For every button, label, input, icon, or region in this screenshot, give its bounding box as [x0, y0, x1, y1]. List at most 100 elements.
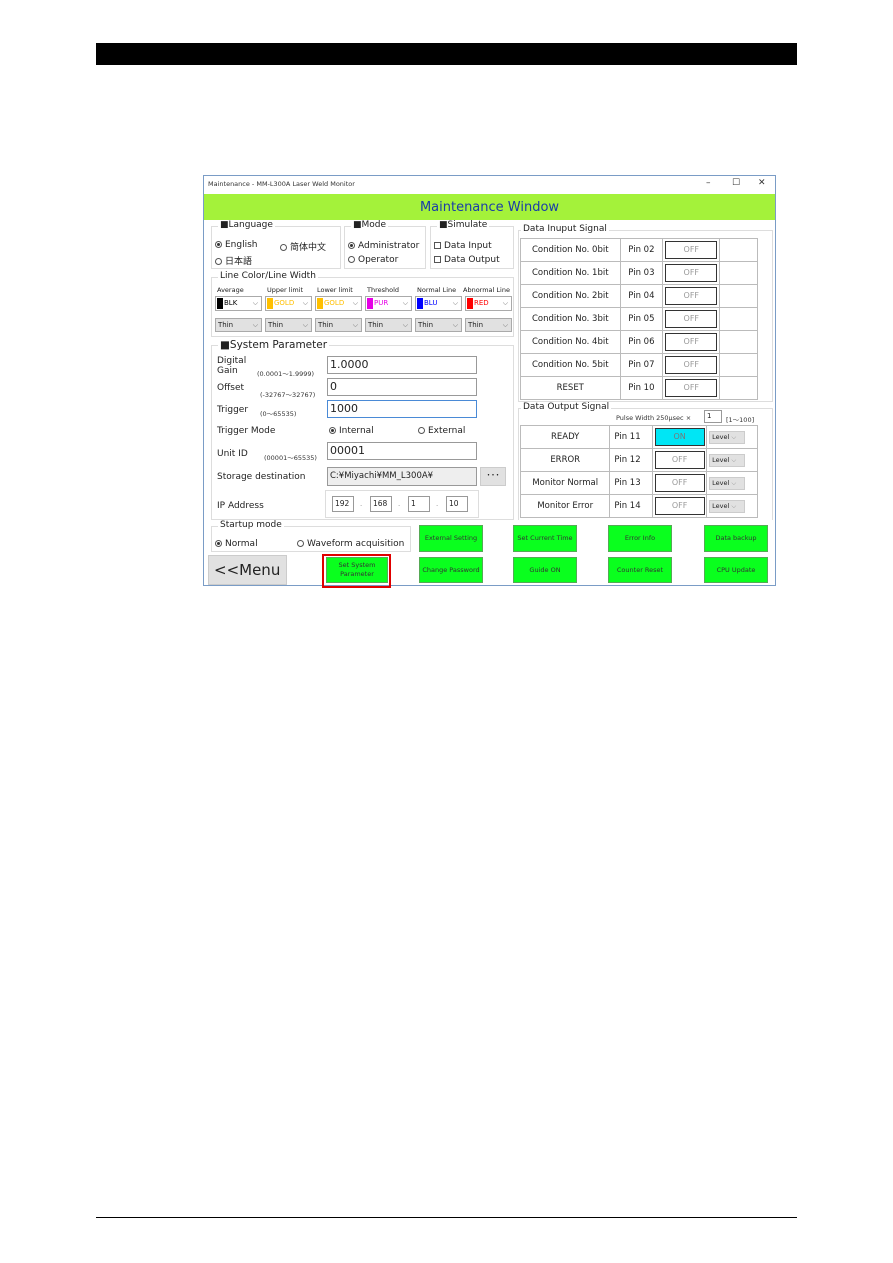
menu-button[interactable]: <<Menu [208, 555, 287, 585]
width-select[interactable]: Thin ⌵ [365, 318, 412, 332]
chevron-down-icon: ⌵ [302, 299, 308, 307]
checkbox-data-input[interactable]: Data Input [434, 241, 492, 251]
signal-name: Condition No. 2bit [520, 284, 621, 308]
guide-on-button[interactable]: Guide ON [513, 557, 577, 583]
width-select[interactable]: Thin ⌵ [415, 318, 462, 332]
empty-cell [719, 284, 758, 308]
ip-octet-input[interactable]: 10 [446, 496, 468, 512]
level-select[interactable]: Level ⌵ [709, 499, 746, 513]
signal-state-button[interactable]: OFF [654, 474, 705, 492]
radio-operator[interactable]: Operator [348, 255, 398, 265]
radio-english[interactable]: English [215, 240, 258, 250]
signal-pin: Pin 13 [609, 471, 654, 495]
radio-icon [348, 242, 355, 249]
system-parameter-title: ■System Parameter [218, 339, 330, 351]
signal-state-button[interactable]: OFF [665, 287, 718, 305]
signal-state-button[interactable]: ON [654, 428, 705, 446]
signal-name: READY [519, 425, 611, 449]
maximize-button[interactable]: ☐ [732, 178, 740, 188]
radio-icon [215, 258, 222, 265]
chevron-down-icon: ⌵ [252, 321, 258, 329]
input-signal-row: Condition No. 1bit Pin 03 OFF [520, 261, 758, 285]
color-select[interactable]: GOLD ⌵ [315, 296, 362, 311]
radio-waveform[interactable]: Waveform acquisition [297, 539, 404, 549]
radio-chinese[interactable]: 简体中文 [280, 240, 326, 253]
counter-reset-button[interactable]: Counter Reset [608, 557, 672, 583]
ip-octet-input[interactable]: 192 [332, 496, 354, 512]
signal-name: Condition No. 4bit [520, 330, 621, 354]
checkbox-data-output[interactable]: Data Output [434, 255, 500, 265]
signal-state-button[interactable]: OFF [665, 333, 718, 351]
cpu-update-button[interactable]: CPU Update [704, 557, 768, 583]
input-signal-table: Condition No. 0bit Pin 02 OFF Condition No.… [520, 238, 758, 400]
signal-state-button[interactable]: OFF [665, 264, 718, 282]
color-swatch [467, 298, 473, 309]
color-select[interactable]: GOLD ⌵ [265, 296, 312, 311]
signal-state-button[interactable]: OFF [654, 497, 705, 515]
ip-octet-input[interactable]: 168 [370, 496, 392, 512]
signal-name: Monitor Error [519, 494, 611, 518]
radio-normal[interactable]: Normal [215, 539, 258, 549]
color-value: GOLD [274, 299, 295, 307]
color-select[interactable]: BLK ⌵ [215, 296, 262, 311]
color-select[interactable]: BLU ⌵ [415, 296, 462, 311]
chevron-down-icon: ⌵ [502, 299, 508, 307]
color-select[interactable]: PUR ⌵ [365, 296, 412, 311]
label: Data Output [444, 255, 500, 265]
width-select[interactable]: Thin ⌵ [465, 318, 512, 332]
set-system-parameter-button[interactable]: Set System Parameter [326, 557, 388, 583]
unit-id-input[interactable]: 00001 [327, 442, 477, 460]
minimize-button[interactable]: – [706, 178, 711, 188]
browse-button[interactable]: ･･･ [480, 467, 506, 486]
color-swatch [317, 298, 323, 309]
radio-external[interactable]: External [418, 426, 465, 436]
chevron-down-icon: ⌵ [352, 299, 358, 307]
line-label: Threshold [367, 286, 400, 294]
radio-japanese[interactable]: 日本語 [215, 254, 252, 267]
pulse-width-input[interactable]: 1 [704, 410, 722, 423]
set-current-time-button[interactable]: Set Current Time [513, 525, 577, 552]
chevron-down-icon: ⌵ [402, 299, 408, 307]
width-select[interactable]: Thin ⌵ [315, 318, 362, 332]
input-signal-row: Condition No. 3bit Pin 05 OFF [520, 307, 758, 331]
width-select[interactable]: Thin ⌵ [215, 318, 262, 332]
color-select[interactable]: RED ⌵ [465, 296, 512, 311]
change-password-button[interactable]: Change Password [419, 557, 483, 583]
signal-state-button[interactable]: OFF [665, 310, 718, 328]
signal-state-button[interactable]: OFF [665, 356, 718, 374]
signal-pin: Pin 02 [619, 238, 664, 262]
signal-name: Condition No. 0bit [520, 238, 621, 262]
width-select[interactable]: Thin ⌵ [265, 318, 312, 332]
radio-administrator[interactable]: Administrator [348, 241, 419, 251]
close-button[interactable]: ✕ [758, 178, 766, 188]
digital-gain-input[interactable]: 1.0000 [327, 356, 477, 374]
error-info-button[interactable]: Error Info [608, 525, 672, 552]
chevron-down-icon: ⌵ [252, 299, 258, 307]
page-header-bar [96, 43, 797, 65]
language-group: ■Language English 简体中文 日本語 [211, 220, 341, 269]
signal-state-button[interactable]: OFF [665, 379, 718, 397]
ip-octet-input[interactable]: 1 [408, 496, 430, 512]
data-backup-button[interactable]: Data backup [704, 525, 768, 552]
signal-state-button[interactable]: OFF [665, 241, 718, 259]
trigger-input[interactable]: 1000 [327, 400, 477, 418]
signal-pin: Pin 07 [619, 353, 664, 377]
offset-input[interactable]: 0 [327, 378, 477, 396]
signal-state-button[interactable]: OFF [654, 451, 705, 469]
storage-input[interactable]: C:¥Miyachi¥MM_L300A¥ [327, 467, 477, 486]
empty-cell [719, 238, 758, 262]
chevron-down-icon: ⌵ [731, 455, 737, 464]
signal-pin: Pin 11 [609, 425, 654, 449]
checkbox-icon [434, 242, 441, 249]
trigger-label: Trigger [217, 405, 249, 415]
radio-icon [280, 244, 287, 251]
input-signal-row: Condition No. 0bit Pin 02 OFF [520, 238, 758, 262]
signal-name: Condition No. 3bit [520, 307, 621, 331]
footer-rule [96, 1217, 797, 1218]
external-setting-button[interactable]: External Setting [419, 525, 483, 552]
level-select[interactable]: Level ⌵ [709, 453, 746, 467]
level-select[interactable]: Level ⌵ [709, 476, 746, 490]
radio-internal[interactable]: Internal [329, 426, 374, 436]
input-signal-row: Condition No. 4bit Pin 06 OFF [520, 330, 758, 354]
level-select[interactable]: Level ⌵ [709, 430, 746, 444]
